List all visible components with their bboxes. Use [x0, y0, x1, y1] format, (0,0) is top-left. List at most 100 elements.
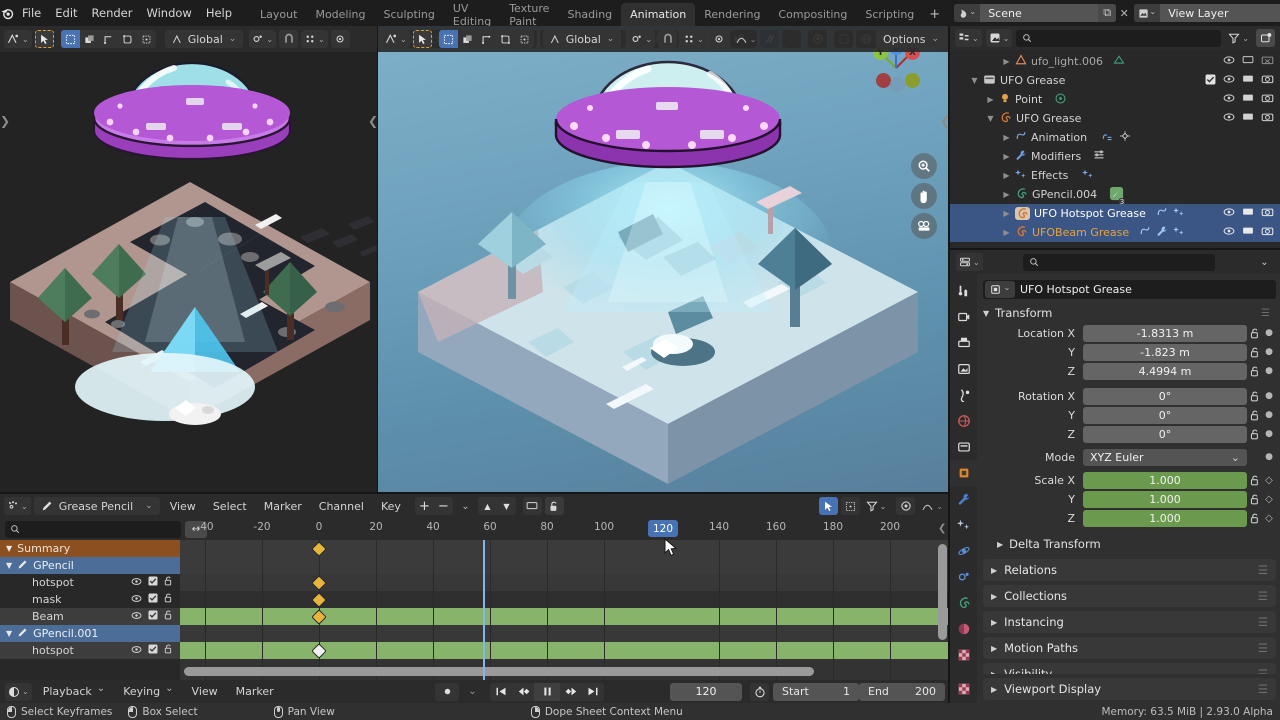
end-value[interactable]: 200 — [915, 685, 936, 698]
dope-sheet-vertical-scrollbar[interactable] — [938, 544, 947, 640]
splitter-horizontal-dope[interactable] — [0, 492, 950, 494]
tab-modeling[interactable]: Modeling — [306, 3, 374, 26]
move-icon[interactable] — [458, 30, 477, 48]
field-value[interactable]: 1.000 — [1083, 490, 1247, 508]
channel-mask[interactable]: mask — [0, 591, 180, 608]
keyframe-area[interactable] — [180, 540, 950, 680]
lock-icon[interactable] — [1247, 347, 1262, 358]
jump-end-icon[interactable] — [582, 683, 604, 701]
tab-modifier[interactable] — [950, 486, 977, 512]
animate-property-icon[interactable]: ● — [1262, 366, 1276, 376]
transport-controls[interactable] — [490, 682, 604, 701]
tab-compositing[interactable]: Compositing — [769, 3, 856, 26]
camera-view-icon[interactable] — [911, 213, 937, 239]
splitter-horizontal-outliner[interactable] — [950, 248, 1280, 250]
field-value[interactable]: 0° — [1083, 425, 1247, 443]
properties-tab-column[interactable] — [950, 274, 977, 674]
tab-physics[interactable] — [950, 538, 977, 564]
viewport-right-scene[interactable] — [378, 52, 950, 494]
keyframe-diamond-icon[interactable]: ◇ — [1262, 513, 1276, 524]
disclosure-triangle[interactable]: ▶ — [1000, 209, 1013, 218]
lock-icon[interactable] — [1247, 513, 1262, 524]
object-name-value[interactable]: UFO Hotspot Grease — [1020, 283, 1132, 296]
scale-icon[interactable] — [496, 30, 515, 48]
timeline-menu-view[interactable]: View — [185, 683, 225, 701]
keyframe-track-gpencil[interactable] — [180, 557, 950, 574]
field-rotation-y[interactable]: Y 0° ● — [983, 406, 1276, 424]
camera-off-icon[interactable] — [1261, 55, 1274, 68]
pivot-point-icon-left[interactable]: ⌄ — [249, 30, 277, 48]
animate-property-icon[interactable]: ● — [1262, 429, 1276, 439]
outliner-filter-id-icon[interactable]: ⌄ — [985, 29, 1013, 47]
menu-edit[interactable]: Edit — [48, 3, 84, 23]
panel-relations[interactable]: ▶ Relations ☰ — [983, 559, 1276, 581]
keyframe-track-summary[interactable] — [180, 540, 950, 557]
viewlayer-icon[interactable]: ⌄ — [1134, 4, 1161, 22]
outliner-new-collection-icon[interactable] — [1256, 29, 1275, 47]
tab-texture-paint[interactable]: Texture Paint — [500, 2, 558, 28]
object-id-field[interactable]: ⌄ UFO Hotspot Grease — [983, 280, 1276, 299]
keyframe-track-mask[interactable] — [180, 591, 950, 608]
screen-icon[interactable] — [1242, 74, 1254, 87]
prev-keyframe-icon[interactable] — [512, 683, 534, 701]
pause-icon[interactable] — [534, 682, 560, 701]
auto-keying-dropdown-icon[interactable]: ⌄ — [463, 683, 482, 701]
outliner-row-effects[interactable]: ▶ Effects — [950, 166, 1280, 185]
dope-menu-select[interactable]: Select — [206, 497, 254, 515]
outliner-visibility-icons[interactable] — [1223, 55, 1274, 68]
zoom-icon[interactable] — [911, 153, 937, 179]
animate-property-icon[interactable]: ● — [1262, 452, 1276, 462]
move-down-icon[interactable]: ▼ — [497, 497, 516, 515]
screen-icon[interactable] — [1242, 112, 1254, 125]
eye-icon[interactable] — [1223, 55, 1235, 68]
gizmo-axis-neg-y[interactable] — [905, 73, 920, 88]
disclosure-triangle[interactable]: ▼ — [6, 629, 12, 638]
panel-disclosure-icon[interactable]: ▶ — [991, 685, 997, 694]
tab-collection[interactable] — [950, 434, 977, 460]
outliner-visibility-icons[interactable] — [1223, 207, 1274, 220]
outliner-filter-funnel-icon[interactable]: ⌄ — [1225, 29, 1252, 47]
disclosure-triangle[interactable]: ▶ — [1000, 57, 1013, 66]
menu-help[interactable]: Help — [199, 3, 239, 23]
scene-id-field[interactable]: ⌄ Scene ⧉ — [954, 4, 1117, 22]
viewport-left-edge-toggle-2[interactable]: ❯ — [0, 114, 10, 128]
outliner-row-ufo-grease-object[interactable]: ▼ UFO Grease — [950, 109, 1280, 128]
interpolation-curve-icon[interactable]: ⌄ — [918, 497, 946, 515]
dope-menu-view[interactable]: View — [163, 497, 203, 515]
checkbox-checked[interactable] — [1205, 74, 1216, 88]
object-icon[interactable]: ⌄ — [985, 281, 1015, 298]
properties-options-chevron-icon[interactable]: ⌄ — [1255, 253, 1274, 271]
frame-range-start[interactable]: Start 1 — [773, 682, 859, 701]
channel-icons[interactable] — [131, 593, 173, 606]
dope-sheet-horizontal-scrollbar[interactable] — [184, 667, 814, 676]
camera-icon[interactable] — [1261, 112, 1274, 125]
falloff-icon[interactable] — [709, 30, 729, 48]
dope-sheet-editor-type-icon[interactable]: ⌄ — [4, 497, 31, 515]
tab-view-layer[interactable] — [950, 356, 977, 382]
eye-icon[interactable] — [131, 593, 142, 606]
outliner-row-ufo-light[interactable]: ▶ ufo_light.006 — [950, 52, 1280, 71]
gizmo-axis-neg-z[interactable] — [890, 77, 905, 92]
viewlayer-name[interactable]: View Layer — [1160, 7, 1280, 20]
camera-icon[interactable] — [1261, 93, 1274, 106]
tab-animation[interactable]: Animation — [621, 3, 696, 26]
tab-scene[interactable] — [950, 382, 977, 408]
keyframe-track-beam[interactable] — [180, 608, 950, 625]
disclosure-triangle[interactable]: ▶ — [1000, 171, 1013, 180]
tab-output[interactable] — [950, 330, 977, 356]
timeline-menu-marker[interactable]: Marker — [229, 683, 281, 701]
eye-icon[interactable] — [131, 610, 142, 623]
splitter-vertical-main[interactable] — [948, 26, 950, 703]
eye-icon[interactable] — [1223, 207, 1235, 220]
falloff-icon-left[interactable] — [330, 30, 350, 48]
unlock-icon[interactable] — [164, 610, 173, 623]
screen-icon[interactable] — [1242, 93, 1254, 106]
field-rotation-x[interactable]: Rotation X 0° ● — [983, 387, 1276, 405]
channel-gpencil[interactable]: ▼ GPencil — [0, 557, 180, 574]
screen-icon[interactable] — [1242, 55, 1254, 68]
keying-dropdown-icon[interactable]: ⌄ — [456, 497, 475, 515]
keyframe-track-gpencil-001[interactable] — [180, 625, 950, 642]
tab-object-data[interactable] — [950, 590, 977, 616]
blender-logo-icon[interactable] — [0, 0, 15, 26]
field-value[interactable]: 0° — [1083, 387, 1247, 405]
